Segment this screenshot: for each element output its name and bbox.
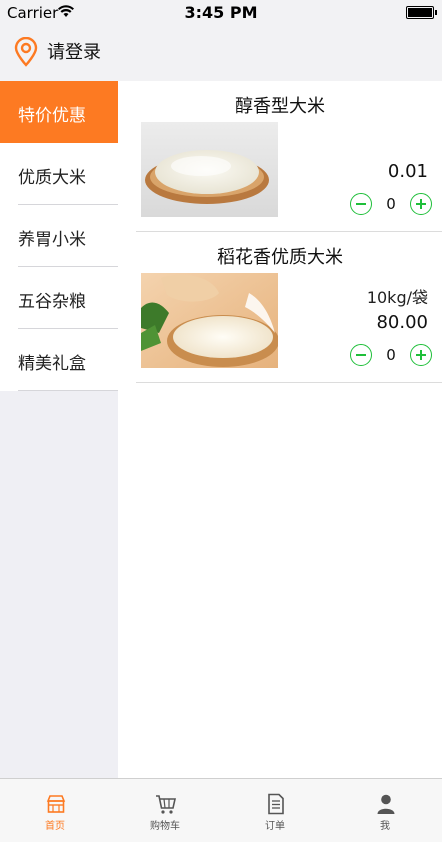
sidebar-item-millet[interactable]: 养胃小米 xyxy=(0,205,118,267)
sidebar-item-label: 优质大米 xyxy=(18,168,86,188)
tab-label: 订单 xyxy=(265,821,285,832)
sidebar-item-gift-box[interactable]: 精美礼盒 xyxy=(0,329,118,391)
user-icon xyxy=(377,794,395,814)
product-name: 稻花香优质大米 xyxy=(217,247,343,268)
product-card[interactable]: 醇香型大米 0.01 0 xyxy=(118,81,442,232)
tab-label: 购物车 xyxy=(150,821,180,832)
tab-cart[interactable]: 购物车 xyxy=(110,779,220,842)
tab-label: 我 xyxy=(380,821,390,832)
bottom-tab-bar: 首页 购物车 订单 我 xyxy=(0,778,442,842)
top-nav-bar: 请登录 xyxy=(0,26,442,81)
tab-orders[interactable]: 订单 xyxy=(220,779,330,842)
status-time: 3:45 PM xyxy=(184,3,258,22)
order-list-icon xyxy=(268,793,284,815)
category-sidebar: 特价优惠 优质大米 养胃小米 五谷杂粮 精美礼盒 xyxy=(0,81,118,778)
cart-icon xyxy=(156,795,176,814)
login-prompt[interactable]: 请登录 xyxy=(47,38,101,64)
home-shop-icon xyxy=(46,795,66,813)
quantity-stepper: 0 xyxy=(350,344,432,368)
sidebar-item-label: 精美礼盒 xyxy=(18,354,86,374)
sidebar-item-label: 特价优惠 xyxy=(18,106,86,126)
status-bar: Carrier 3:45 PM xyxy=(0,0,442,26)
product-list: 醇香型大米 0.01 0 稻花香优质大米 10kg/袋 80.00 0 xyxy=(118,81,442,778)
tab-me[interactable]: 我 xyxy=(330,779,440,842)
product-price: 80.00 xyxy=(376,312,428,333)
battery-icon xyxy=(406,6,437,19)
product-image[interactable] xyxy=(141,273,278,368)
product-name: 醇香型大米 xyxy=(235,96,325,117)
sidebar-item-label: 五谷杂粮 xyxy=(18,292,86,312)
divider xyxy=(18,390,118,391)
sidebar-item-grains[interactable]: 五谷杂粮 xyxy=(0,267,118,329)
plus-icon[interactable] xyxy=(410,193,432,215)
plus-icon[interactable] xyxy=(410,344,432,366)
product-spec: 10kg/袋 xyxy=(366,288,428,307)
product-price: 0.01 xyxy=(387,161,428,182)
sidebar-item-label: 养胃小米 xyxy=(18,230,86,250)
tab-label: 首页 xyxy=(45,821,65,832)
product-card[interactable]: 稻花香优质大米 10kg/袋 80.00 0 xyxy=(118,232,442,383)
tab-home[interactable]: 首页 xyxy=(0,779,110,842)
sidebar-item-premium-rice[interactable]: 优质大米 xyxy=(0,143,118,205)
location-pin-icon[interactable] xyxy=(13,37,39,67)
sidebar-item-specials[interactable]: 特价优惠 xyxy=(0,81,118,143)
product-image[interactable] xyxy=(141,122,278,217)
quantity-stepper: 0 xyxy=(350,193,432,217)
divider xyxy=(136,382,442,383)
